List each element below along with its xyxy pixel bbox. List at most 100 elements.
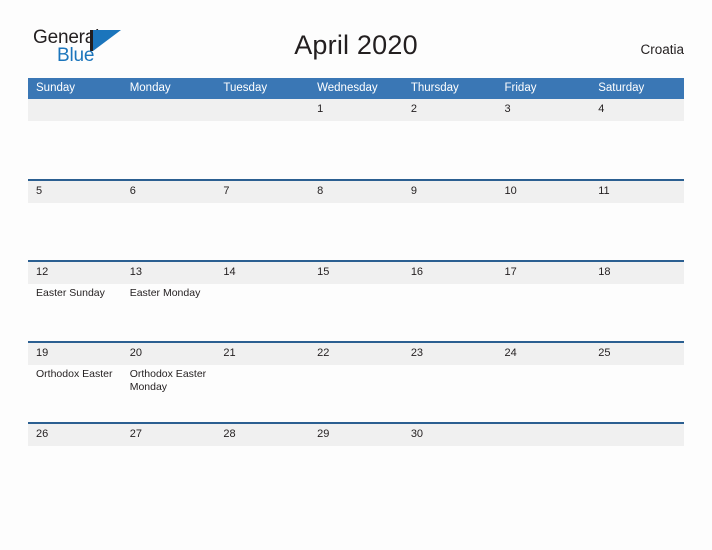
day-events: Easter Monday <box>122 284 216 300</box>
calendar-day-cell[interactable]: 14 <box>215 260 310 342</box>
calendar-day-cell[interactable] <box>590 422 684 451</box>
day-number <box>28 99 122 121</box>
day-cell-inner: 24 <box>496 343 591 365</box>
calendar-day-cell[interactable]: 26 <box>28 422 122 451</box>
day-number: 1 <box>309 99 403 121</box>
calendar-week-row: 12 Easter Sunday 13 Easter Monday 14 15 16 17 18 <box>28 260 684 342</box>
calendar-day-cell[interactable] <box>215 99 310 180</box>
day-cell-inner: 10 <box>496 181 591 203</box>
calendar-day-cell[interactable]: 28 <box>215 422 310 451</box>
day-cell-inner: 19 Orthodox Easter <box>28 343 122 381</box>
day-cell-inner: 29 <box>309 424 403 446</box>
day-number: 16 <box>402 262 497 284</box>
day-number: 21 <box>215 343 310 365</box>
calendar-day-cell[interactable]: 16 <box>402 260 497 342</box>
day-cell-inner: 15 <box>309 262 403 284</box>
calendar-day-cell[interactable]: 21 <box>215 341 310 423</box>
day-cell-inner <box>28 99 122 121</box>
day-number: 14 <box>215 262 310 284</box>
day-cell-inner: 8 <box>309 181 403 203</box>
day-cell-inner: 12 Easter Sunday <box>28 262 122 300</box>
day-cell-inner: 1 <box>309 99 403 121</box>
day-number: 2 <box>402 99 497 121</box>
calendar-day-cell[interactable]: 2 <box>402 99 497 180</box>
day-number: 19 <box>28 343 122 365</box>
calendar-day-cell[interactable]: 19 Orthodox Easter <box>28 341 122 423</box>
weekday-header-saturday: Saturday <box>590 78 684 99</box>
calendar-week-row: 19 Orthodox Easter 20 Orthodox Easter Monda… <box>28 341 684 423</box>
calendar-day-cell[interactable]: 29 <box>309 422 403 451</box>
day-number: 18 <box>590 262 684 284</box>
day-number: 9 <box>402 181 497 203</box>
calendar-day-cell[interactable]: 5 <box>28 179 122 261</box>
day-cell-inner <box>496 424 591 446</box>
calendar-day-cell[interactable]: 10 <box>496 179 591 261</box>
day-number <box>496 424 591 446</box>
calendar-day-cell[interactable]: 8 <box>309 179 403 261</box>
day-number <box>215 99 310 121</box>
day-number: 3 <box>496 99 591 121</box>
day-cell-inner: 5 <box>28 181 122 203</box>
calendar-day-cell[interactable]: 1 <box>309 99 403 180</box>
calendar-day-cell[interactable]: 12 Easter Sunday <box>28 260 122 342</box>
calendar-day-cell[interactable] <box>121 99 216 180</box>
day-number: 17 <box>496 262 591 284</box>
day-cell-inner <box>121 99 216 121</box>
calendar-day-cell[interactable]: 23 <box>402 341 497 423</box>
day-number: 25 <box>590 343 684 365</box>
calendar-page: General Blue April 2020 Croatia Sunday M… <box>0 0 712 550</box>
calendar-day-cell[interactable]: 7 <box>215 179 310 261</box>
holiday-event-label: Easter Sunday <box>36 287 105 299</box>
day-events: Orthodox Easter Monday <box>122 365 216 394</box>
day-cell-inner: 18 <box>590 262 684 284</box>
day-cell-inner: 17 <box>496 262 591 284</box>
day-cell-inner: 22 <box>309 343 403 365</box>
calendar-day-cell[interactable]: 30 <box>402 422 497 451</box>
calendar-day-cell[interactable]: 18 <box>590 260 684 342</box>
location-label: Croatia <box>640 42 684 57</box>
day-number: 28 <box>215 424 310 446</box>
holiday-event-label: Easter Monday <box>129 287 201 299</box>
calendar-day-cell[interactable] <box>28 99 122 180</box>
calendar-day-cell[interactable]: 11 <box>590 179 684 261</box>
weekday-header-row: Sunday Monday Tuesday Wednesday Thursday… <box>28 78 684 99</box>
calendar-day-cell[interactable]: 6 <box>121 179 216 261</box>
day-number: 10 <box>496 181 591 203</box>
day-cell-inner: 14 <box>215 262 310 284</box>
day-cell-inner: 16 <box>402 262 497 284</box>
day-events: Orthodox Easter <box>28 365 122 381</box>
calendar-day-cell[interactable]: 15 <box>309 260 403 342</box>
calendar-day-cell[interactable]: 13 Easter Monday <box>121 260 216 342</box>
day-number: 27 <box>121 424 216 446</box>
calendar-day-cell[interactable]: 24 <box>496 341 591 423</box>
calendar-day-cell[interactable]: 25 <box>590 341 684 423</box>
day-cell-inner: 2 <box>402 99 497 121</box>
day-number: 23 <box>402 343 497 365</box>
day-cell-inner: 26 <box>28 424 122 446</box>
day-cell-inner: 6 <box>121 181 216 203</box>
calendar-day-cell[interactable]: 17 <box>496 260 591 342</box>
calendar-day-cell[interactable]: 27 <box>121 422 216 451</box>
day-number: 8 <box>309 181 403 203</box>
weekday-header-thursday: Thursday <box>402 78 497 99</box>
day-number: 20 <box>121 343 216 365</box>
calendar-week-row: 1234 <box>28 99 684 180</box>
calendar-day-cell[interactable] <box>496 422 591 451</box>
calendar-day-cell[interactable]: 22 <box>309 341 403 423</box>
day-number: 15 <box>309 262 403 284</box>
calendar-day-cell[interactable]: 20 Orthodox Easter Monday <box>121 341 216 423</box>
calendar-day-cell[interactable]: 3 <box>496 99 591 180</box>
day-cell-inner: 28 <box>215 424 310 446</box>
calendar-day-cell[interactable]: 4 <box>590 99 684 180</box>
day-number: 29 <box>309 424 403 446</box>
day-cell-inner: 4 <box>590 99 684 121</box>
day-cell-inner: 30 <box>402 424 497 446</box>
holiday-event-label: Orthodox Easter <box>36 368 113 380</box>
day-cell-inner: 9 <box>402 181 497 203</box>
page-header: General Blue April 2020 Croatia <box>0 0 712 65</box>
day-number: 5 <box>28 181 122 203</box>
calendar-day-cell[interactable]: 9 <box>402 179 497 261</box>
day-number: 13 <box>121 262 216 284</box>
day-cell-inner: 23 <box>402 343 497 365</box>
calendar-body: 1 2 3 4 5 6 7 8 9 10 11 12 Easter Sunday 13 Easter Mon… <box>28 99 684 451</box>
